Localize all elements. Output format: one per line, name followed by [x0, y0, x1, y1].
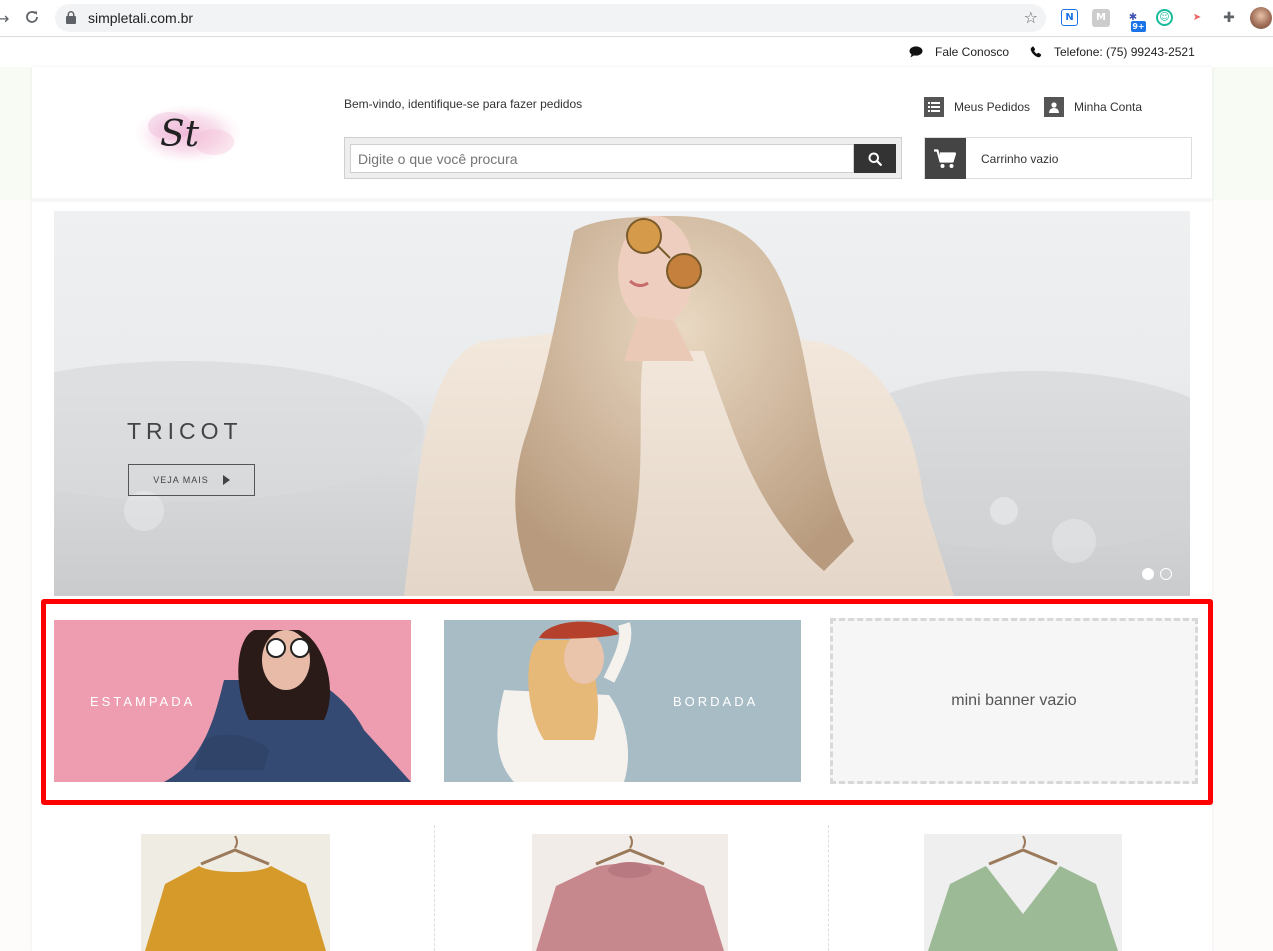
search-button[interactable]	[854, 144, 896, 173]
product-card-1[interactable]	[141, 834, 330, 951]
extension-badge: 9+	[1131, 21, 1146, 32]
extensions-puzzle-icon[interactable]: ✚	[1220, 9, 1238, 27]
extension-smile-icon[interactable]: ☺	[1156, 9, 1173, 26]
url-text: simpletali.com.br	[88, 10, 194, 26]
my-account-label: Minha Conta	[1074, 100, 1143, 114]
product-card-3[interactable]	[924, 834, 1122, 951]
hero-title: TRICOT	[127, 418, 243, 444]
browser-toolbar: → simpletali.com.br ☆ N M ✱ 9+ ☺ ➤ ✚	[0, 0, 1273, 37]
mini-banner-empty: mini banner vazio	[830, 618, 1198, 784]
hero-image	[54, 216, 1190, 596]
user-icon	[1044, 97, 1064, 117]
caret-right-icon	[222, 475, 230, 485]
phone-icon	[1030, 46, 1042, 58]
reload-icon[interactable]	[24, 9, 40, 29]
product-divider-2	[828, 825, 829, 951]
mini-banner-estampada[interactable]: ESTAMPADA	[54, 620, 411, 782]
extension-m-icon[interactable]: M	[1092, 9, 1110, 27]
search-box	[344, 137, 902, 179]
address-bar[interactable]: simpletali.com.br ☆	[55, 4, 1046, 32]
slider-dot-1[interactable]	[1142, 568, 1154, 580]
welcome-text: Bem-vindo, identifique-se para fazer ped…	[344, 97, 583, 111]
my-orders-label: Meus Pedidos	[954, 100, 1031, 114]
slider-dot-2[interactable]	[1160, 568, 1172, 580]
my-orders-link[interactable]: Meus Pedidos	[924, 97, 1030, 117]
contact-link[interactable]: Fale Conosco	[909, 45, 1009, 59]
header-divider	[32, 198, 1212, 202]
logo-text: St	[160, 114, 200, 155]
store-logo[interactable]: St	[130, 102, 245, 172]
mini-banner-bordada-label: BORDADA	[673, 694, 759, 709]
mini-banner-estampada-label: ESTAMPADA	[90, 694, 196, 709]
bookmark-star-icon[interactable]: ☆	[1024, 8, 1038, 27]
hero-see-more-button[interactable]: VEJA MAIS	[128, 464, 255, 496]
forward-icon[interactable]: →	[0, 9, 9, 28]
phone-label: Telefone: (75) 99243-2521	[1054, 45, 1195, 59]
hero-banner[interactable]: TRICOT VEJA MAIS	[54, 211, 1190, 596]
mini-banner-bordada[interactable]: BORDADA	[444, 620, 801, 782]
cart-widget[interactable]: Carrinho vazio	[924, 137, 1192, 179]
profile-avatar[interactable]	[1250, 7, 1272, 29]
my-account-link[interactable]: Minha Conta	[1044, 97, 1142, 117]
extension-arrow-icon[interactable]: ➤	[1188, 9, 1206, 27]
contact-label: Fale Conosco	[935, 45, 1010, 59]
extension-n-icon[interactable]: N	[1061, 9, 1078, 26]
cart-icon	[925, 138, 966, 179]
main-panel: St Bem-vindo, identifique-se para fazer …	[32, 67, 1212, 951]
lock-icon	[66, 11, 76, 24]
product-image-3	[928, 835, 1118, 951]
utility-bar: Fale Conosco Telefone: (75) 99243-2521	[0, 38, 1273, 67]
chat-bubble-icon	[909, 46, 923, 58]
hero-button-label: VEJA MAIS	[153, 475, 209, 485]
search-icon	[868, 152, 882, 166]
product-image-1	[145, 835, 326, 951]
product-image-2	[536, 835, 724, 951]
phone-info: Telefone: (75) 99243-2521	[1030, 45, 1195, 59]
product-card-2[interactable]	[532, 834, 728, 951]
product-divider-1	[434, 825, 435, 951]
list-icon	[924, 97, 944, 117]
search-input[interactable]	[350, 144, 854, 173]
cart-label: Carrinho vazio	[981, 152, 1059, 166]
